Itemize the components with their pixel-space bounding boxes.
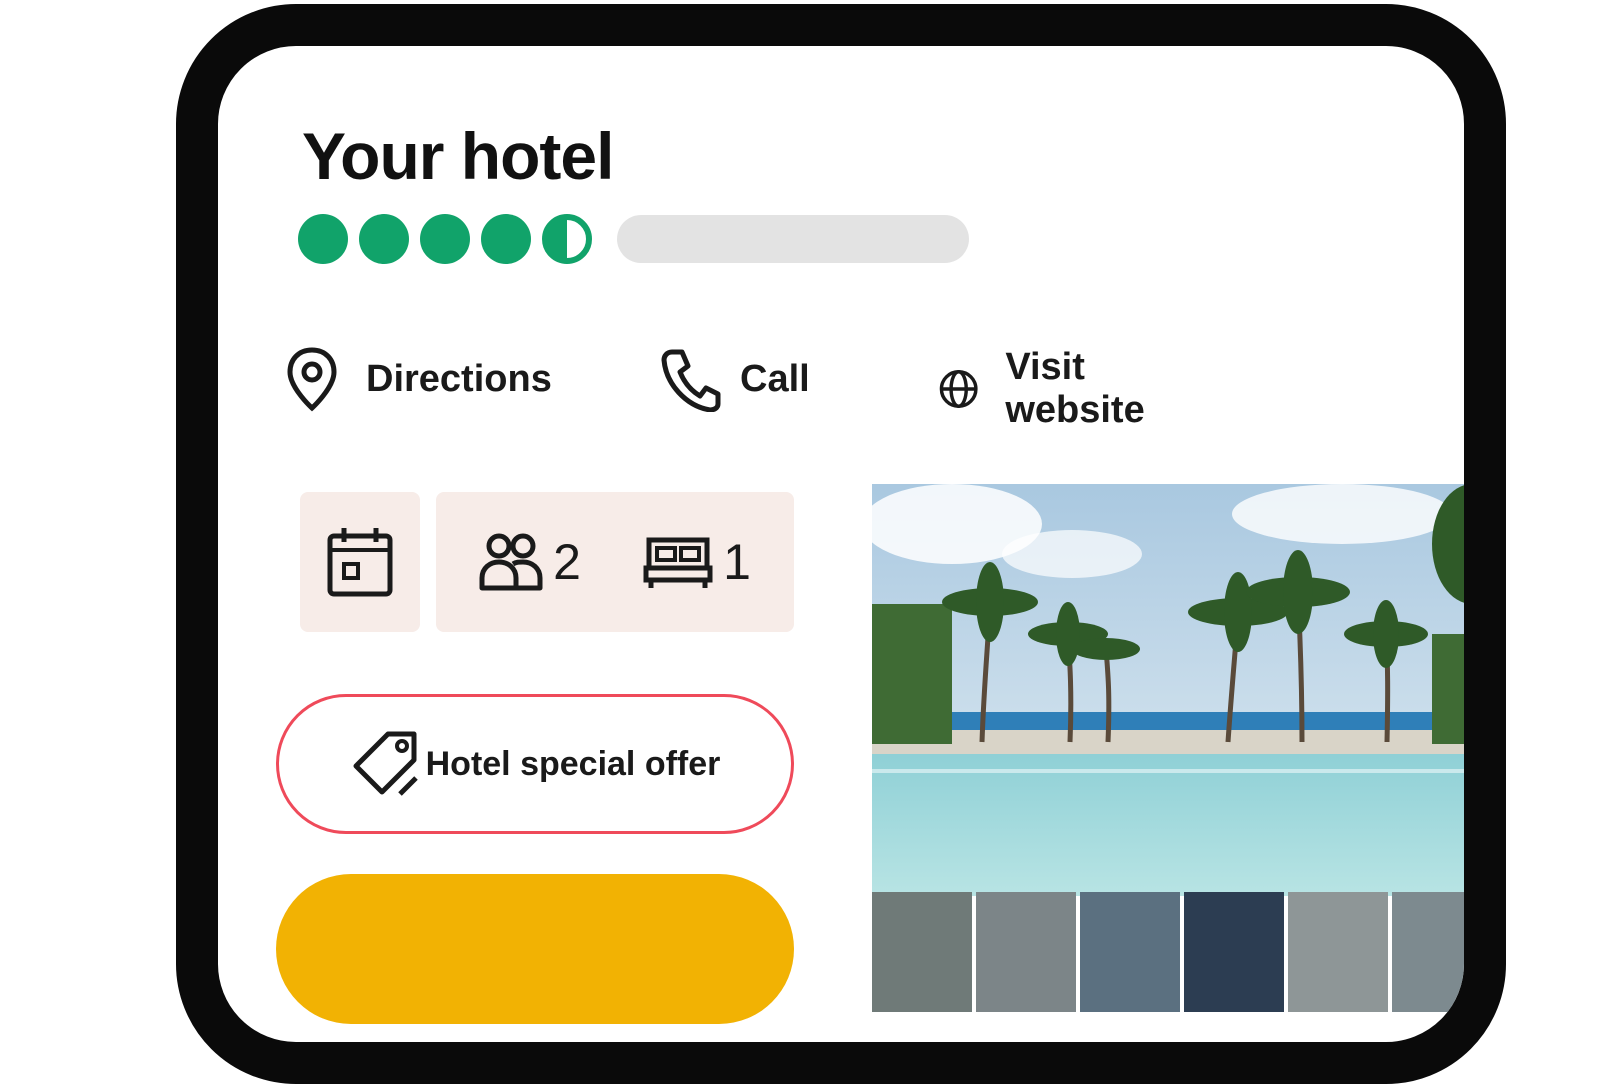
tag-icon — [353, 731, 418, 796]
call-label: Call — [740, 357, 810, 400]
rating-bubble-full — [298, 214, 348, 264]
hotel-screen: Your hotel Directions Call Visit website… — [218, 46, 1464, 1042]
pool-palm-photo — [872, 484, 1464, 896]
photo-thumbnail[interactable] — [872, 892, 972, 1012]
photo-thumbnail[interactable] — [1288, 892, 1388, 1012]
bed-icon — [643, 537, 713, 588]
guests-rooms-selector[interactable]: 2 1 — [436, 492, 794, 632]
rating-bubble-full — [481, 214, 531, 264]
photo-thumbnail-strip — [872, 892, 1464, 1012]
directions-button[interactable]: Directions — [284, 346, 552, 412]
rating-bubble-full — [420, 214, 470, 264]
phone-frame: Your hotel Directions Call Visit website… — [176, 4, 1506, 1084]
phone-icon — [661, 349, 721, 412]
photo-thumbnail[interactable] — [1392, 892, 1464, 1012]
people-icon — [479, 533, 543, 591]
booking-selectors: 2 1 — [300, 492, 794, 632]
directions-label: Directions — [366, 357, 552, 400]
rooms-group: 1 — [643, 533, 751, 591]
globe-icon — [939, 370, 978, 408]
calendar-icon — [327, 528, 393, 597]
call-button[interactable]: Call — [658, 346, 810, 412]
visit-website-button[interactable]: Visit website — [938, 346, 1163, 432]
date-selector[interactable] — [300, 492, 420, 632]
special-offer-button[interactable]: Hotel special offer — [276, 694, 794, 834]
hotel-main-photo[interactable] — [872, 484, 1464, 896]
rating-bubbles — [298, 214, 969, 264]
hotel-title: Your hotel — [302, 119, 614, 193]
photo-thumbnail[interactable] — [1184, 892, 1284, 1012]
rating-bubble-half — [542, 214, 592, 264]
rating-bubble-full — [359, 214, 409, 264]
room-count: 1 — [723, 534, 751, 590]
check-availability-button[interactable] — [276, 874, 794, 1024]
guest-count: 2 — [553, 534, 581, 590]
review-count-placeholder — [617, 215, 969, 263]
photo-thumbnail[interactable] — [1080, 892, 1180, 1012]
map-pin-icon — [287, 347, 337, 412]
special-offer-label: Hotel special offer — [425, 744, 721, 783]
guests-group: 2 — [479, 532, 581, 592]
photo-thumbnail[interactable] — [976, 892, 1076, 1012]
visit-website-label: Visit website — [1005, 346, 1145, 431]
